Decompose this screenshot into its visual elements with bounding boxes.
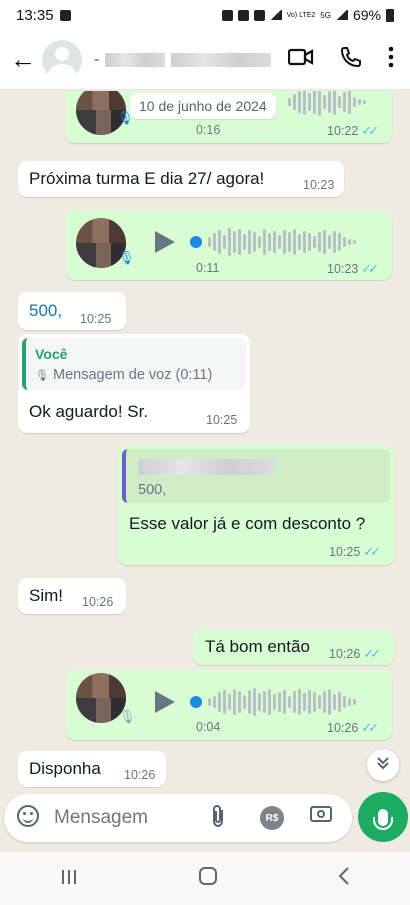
video-call-icon[interactable] — [287, 47, 314, 73]
contact-name[interactable]: - — [94, 51, 277, 69]
message-time: 10:23 — [303, 178, 335, 192]
camera-icon[interactable] — [310, 806, 332, 822]
mute-icon — [253, 9, 265, 21]
message-composer: R$ — [4, 794, 352, 842]
chat-area[interactable]: 🎙 0:16 10:22 ✓✓ 10 de junho de 2024 Próxi… — [0, 91, 410, 791]
cell-signal-icon — [335, 10, 348, 20]
message-text: 500, — [29, 301, 63, 320]
incoming-message[interactable]: Sim! 10:26 — [18, 578, 126, 614]
phone-icon[interactable] — [340, 46, 362, 74]
redacted-name — [171, 52, 272, 67]
mic-icon: 🎙 — [118, 250, 135, 265]
alarm-icon — [237, 9, 249, 21]
home-icon[interactable] — [198, 866, 218, 892]
incoming-reply-message[interactable]: Você 🎙 Mensagem de voz (0:11) Ok aguardo… — [18, 334, 250, 433]
quote-text: 🎙 Mensagem de voz (0:11) — [35, 367, 213, 383]
back-arrow-icon[interactable]: ← — [10, 44, 40, 75]
message-text: Tá bom então — [205, 637, 310, 656]
scroll-to-bottom-button[interactable] — [367, 749, 399, 781]
outgoing-message[interactable]: Tá bom então 10:26 ✓✓ — [193, 629, 394, 665]
message-text: Ok aguardo! Sr. — [29, 402, 149, 421]
message-time: 10:26 — [82, 595, 114, 609]
quoted-message[interactable]: Você 🎙 Mensagem de voz (0:11) — [22, 338, 246, 390]
recent-apps-icon[interactable] — [59, 866, 79, 892]
play-icon[interactable] — [155, 231, 175, 253]
incoming-message[interactable]: 500, 10:25 — [18, 292, 126, 330]
voice-record-button[interactable] — [358, 792, 408, 842]
wifi-signal-icon — [269, 10, 282, 20]
message-time: 10:25 — [80, 312, 112, 326]
quote-text: 500, — [138, 482, 167, 498]
message-time: 10:26 ✓✓ — [327, 720, 379, 735]
battery-icon — [386, 8, 394, 22]
voice-progress-dot[interactable] — [190, 696, 202, 708]
read-ticks-icon: ✓✓ — [361, 720, 379, 735]
message-text: Disponha — [29, 759, 101, 778]
status-bar: 13:35 Vo) LTE2 5G 69% — [0, 0, 410, 30]
voice-duration: 0:04 — [196, 720, 221, 734]
voice-progress-dot[interactable] — [190, 236, 202, 248]
play-icon[interactable] — [155, 691, 175, 713]
quoted-message[interactable]: 500, — [122, 449, 390, 503]
emoji-icon[interactable] — [17, 805, 39, 827]
message-time: 10:26 ✓✓ — [329, 646, 381, 661]
back-icon[interactable] — [337, 866, 351, 892]
double-chevron-down-icon — [376, 756, 390, 775]
message-time: 10:23 ✓✓ — [327, 261, 379, 276]
date-chip: 10 de junho de 2024 — [130, 93, 276, 119]
message-time: 10:22 ✓✓ — [327, 123, 379, 138]
status-time: 13:35 — [16, 6, 54, 24]
chat-header: ← - — [0, 30, 410, 90]
read-ticks-icon: ✓✓ — [363, 544, 381, 559]
mic-icon: 🎙 — [119, 709, 136, 724]
message-text: Sim! — [29, 586, 63, 605]
voice-waveform[interactable] — [208, 227, 356, 257]
redacted-name — [105, 52, 166, 67]
network-type: 5G — [320, 10, 331, 20]
incoming-message[interactable]: Próxima turma E dia 27/ agora! 10:23 — [18, 161, 344, 197]
redacted-name — [138, 459, 274, 475]
message-time: 10:25 ✓✓ — [329, 544, 381, 559]
message-text: Esse valor já e com desconto ? — [129, 514, 366, 533]
avatar[interactable] — [42, 39, 82, 80]
read-ticks-icon: ✓✓ — [361, 261, 379, 276]
mic-icon: 🎙 — [35, 370, 49, 382]
read-ticks-icon: ✓✓ — [363, 646, 381, 661]
outgoing-reply-message[interactable]: 500, Esse valor já e com desconto ? 10:2… — [118, 445, 394, 565]
gallery-notification-icon — [59, 9, 71, 21]
voice-message-bubble[interactable]: 🎙 0:04 10:26 ✓✓ — [66, 670, 392, 740]
attach-icon[interactable] — [210, 804, 226, 834]
message-input[interactable] — [52, 804, 196, 832]
network-label: Vo) LTE2 — [286, 11, 316, 19]
voice-waveform[interactable] — [208, 687, 356, 717]
more-vert-icon[interactable] — [388, 46, 394, 74]
voice-duration: 0:11 — [196, 261, 220, 275]
system-nav-bar — [0, 852, 410, 905]
incoming-message[interactable]: Disponha 10:26 — [18, 751, 166, 787]
message-time: 10:25 — [206, 413, 238, 427]
notification-icon — [221, 9, 233, 21]
message-text: Próxima turma E dia 27/ agora! — [29, 169, 265, 188]
read-ticks-icon: ✓✓ — [361, 123, 379, 138]
quote-author: Você — [35, 346, 68, 362]
mic-icon — [373, 808, 393, 830]
battery-percent: 69% — [352, 7, 381, 23]
message-time: 10:26 — [124, 768, 156, 782]
voice-duration: 0:16 — [196, 123, 221, 137]
payment-icon[interactable]: R$ — [260, 806, 284, 830]
voice-waveform[interactable] — [288, 91, 366, 117]
voice-message-bubble[interactable]: 🎙 0:11 10:23 ✓✓ — [66, 210, 392, 280]
